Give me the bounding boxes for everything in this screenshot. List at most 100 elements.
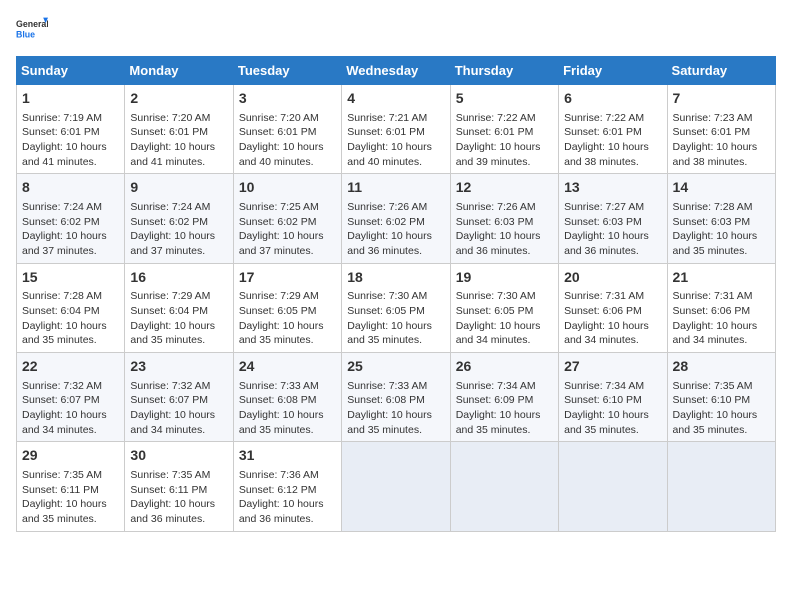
day-info-line: Sunset: 6:05 PM	[347, 304, 444, 319]
day-info-line: Daylight: 10 hours	[22, 497, 119, 512]
day-info-line: Daylight: 10 hours	[564, 140, 661, 155]
day-info-line: Daylight: 10 hours	[22, 319, 119, 334]
day-number: 29	[22, 446, 119, 466]
day-number: 13	[564, 178, 661, 198]
day-info-line: Sunrise: 7:26 AM	[347, 200, 444, 215]
day-info-line: Daylight: 10 hours	[239, 229, 336, 244]
calendar-cell: 26Sunrise: 7:34 AMSunset: 6:09 PMDayligh…	[450, 353, 558, 442]
calendar-cell: 25Sunrise: 7:33 AMSunset: 6:08 PMDayligh…	[342, 353, 450, 442]
day-info-line: and 35 minutes.	[347, 423, 444, 438]
day-info-line: Daylight: 10 hours	[22, 140, 119, 155]
day-info-line: and 35 minutes.	[456, 423, 553, 438]
day-info-line: Sunrise: 7:20 AM	[130, 111, 227, 126]
day-header-thursday: Thursday	[450, 57, 558, 85]
calendar-cell: 2Sunrise: 7:20 AMSunset: 6:01 PMDaylight…	[125, 85, 233, 174]
svg-text:General: General	[16, 19, 48, 29]
day-info-line: Sunrise: 7:24 AM	[130, 200, 227, 215]
day-info-line: and 35 minutes.	[673, 423, 770, 438]
day-number: 12	[456, 178, 553, 198]
day-info-line: Daylight: 10 hours	[22, 229, 119, 244]
day-number: 22	[22, 357, 119, 377]
day-info-line: Daylight: 10 hours	[22, 408, 119, 423]
day-info-line: Daylight: 10 hours	[239, 140, 336, 155]
day-number: 8	[22, 178, 119, 198]
day-info-line: Sunset: 6:02 PM	[22, 215, 119, 230]
calendar-cell: 6Sunrise: 7:22 AMSunset: 6:01 PMDaylight…	[559, 85, 667, 174]
day-number: 14	[673, 178, 770, 198]
calendar-cell	[559, 442, 667, 531]
day-number: 9	[130, 178, 227, 198]
day-info-line: Sunset: 6:01 PM	[673, 125, 770, 140]
day-info-line: and 36 minutes.	[239, 512, 336, 527]
day-info-line: Sunrise: 7:23 AM	[673, 111, 770, 126]
day-info-line: Sunset: 6:10 PM	[673, 393, 770, 408]
logo-icon: General Blue	[16, 16, 48, 48]
day-header-sunday: Sunday	[17, 57, 125, 85]
week-row-2: 8Sunrise: 7:24 AMSunset: 6:02 PMDaylight…	[17, 174, 776, 263]
day-info-line: and 35 minutes.	[239, 423, 336, 438]
calendar-header-row: SundayMondayTuesdayWednesdayThursdayFrid…	[17, 57, 776, 85]
day-info-line: Daylight: 10 hours	[673, 140, 770, 155]
calendar-cell: 28Sunrise: 7:35 AMSunset: 6:10 PMDayligh…	[667, 353, 775, 442]
calendar-cell: 22Sunrise: 7:32 AMSunset: 6:07 PMDayligh…	[17, 353, 125, 442]
day-info-line: and 34 minutes.	[673, 333, 770, 348]
day-info-line: Sunrise: 7:28 AM	[673, 200, 770, 215]
day-info-line: Sunset: 6:05 PM	[239, 304, 336, 319]
day-info-line: Sunrise: 7:31 AM	[564, 289, 661, 304]
day-info-line: Sunset: 6:10 PM	[564, 393, 661, 408]
calendar-cell: 27Sunrise: 7:34 AMSunset: 6:10 PMDayligh…	[559, 353, 667, 442]
day-info-line: Sunset: 6:06 PM	[673, 304, 770, 319]
day-number: 17	[239, 268, 336, 288]
day-info-line: and 35 minutes.	[673, 244, 770, 259]
day-number: 23	[130, 357, 227, 377]
day-number: 6	[564, 89, 661, 109]
calendar-cell	[450, 442, 558, 531]
day-info-line: Daylight: 10 hours	[456, 229, 553, 244]
day-info-line: and 35 minutes.	[22, 512, 119, 527]
day-info-line: and 36 minutes.	[564, 244, 661, 259]
day-info-line: and 35 minutes.	[239, 333, 336, 348]
day-header-saturday: Saturday	[667, 57, 775, 85]
day-info-line: and 40 minutes.	[239, 155, 336, 170]
calendar-cell: 31Sunrise: 7:36 AMSunset: 6:12 PMDayligh…	[233, 442, 341, 531]
day-info-line: and 39 minutes.	[456, 155, 553, 170]
day-info-line: Sunrise: 7:22 AM	[456, 111, 553, 126]
day-number: 15	[22, 268, 119, 288]
day-info-line: Sunset: 6:11 PM	[22, 483, 119, 498]
calendar-cell: 7Sunrise: 7:23 AMSunset: 6:01 PMDaylight…	[667, 85, 775, 174]
day-info-line: Daylight: 10 hours	[347, 319, 444, 334]
day-info-line: Sunrise: 7:35 AM	[22, 468, 119, 483]
day-info-line: Daylight: 10 hours	[347, 229, 444, 244]
day-info-line: Sunset: 6:01 PM	[347, 125, 444, 140]
calendar-cell: 14Sunrise: 7:28 AMSunset: 6:03 PMDayligh…	[667, 174, 775, 263]
day-number: 21	[673, 268, 770, 288]
calendar-cell: 9Sunrise: 7:24 AMSunset: 6:02 PMDaylight…	[125, 174, 233, 263]
calendar-cell: 30Sunrise: 7:35 AMSunset: 6:11 PMDayligh…	[125, 442, 233, 531]
day-info-line: Sunrise: 7:21 AM	[347, 111, 444, 126]
day-info-line: Sunrise: 7:33 AM	[347, 379, 444, 394]
day-info-line: Daylight: 10 hours	[347, 140, 444, 155]
day-number: 26	[456, 357, 553, 377]
day-info-line: Daylight: 10 hours	[347, 408, 444, 423]
day-info-line: and 38 minutes.	[564, 155, 661, 170]
day-info-line: Sunrise: 7:28 AM	[22, 289, 119, 304]
day-info-line: Sunset: 6:01 PM	[564, 125, 661, 140]
day-info-line: Sunset: 6:02 PM	[130, 215, 227, 230]
day-info-line: Sunrise: 7:35 AM	[673, 379, 770, 394]
day-info-line: Daylight: 10 hours	[456, 408, 553, 423]
day-info-line: Sunset: 6:12 PM	[239, 483, 336, 498]
calendar-cell: 13Sunrise: 7:27 AMSunset: 6:03 PMDayligh…	[559, 174, 667, 263]
calendar-cell: 8Sunrise: 7:24 AMSunset: 6:02 PMDaylight…	[17, 174, 125, 263]
day-number: 24	[239, 357, 336, 377]
day-info-line: Daylight: 10 hours	[239, 408, 336, 423]
day-info-line: Sunrise: 7:30 AM	[347, 289, 444, 304]
day-info-line: Sunrise: 7:32 AM	[22, 379, 119, 394]
calendar-cell: 1Sunrise: 7:19 AMSunset: 6:01 PMDaylight…	[17, 85, 125, 174]
page-header: General Blue	[16, 16, 776, 48]
day-info-line: Sunrise: 7:26 AM	[456, 200, 553, 215]
day-info-line: and 36 minutes.	[456, 244, 553, 259]
day-info-line: Sunset: 6:02 PM	[239, 215, 336, 230]
calendar-cell: 20Sunrise: 7:31 AMSunset: 6:06 PMDayligh…	[559, 263, 667, 352]
day-number: 28	[673, 357, 770, 377]
day-header-monday: Monday	[125, 57, 233, 85]
